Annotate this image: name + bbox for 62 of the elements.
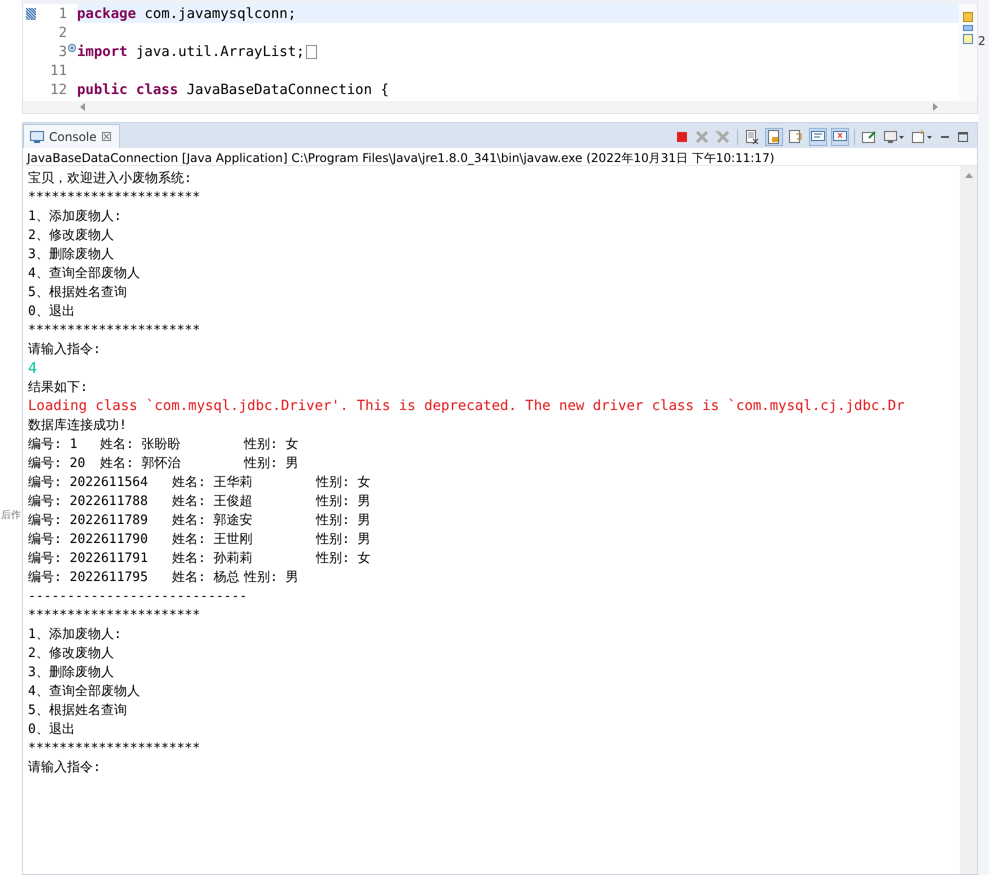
- console-output-line: 编号: 2022611788 姓名: 王俊超 性别: 男: [28, 493, 372, 511]
- window-text-fragment: 后作: [1, 508, 21, 522]
- console-output-line: **********************: [28, 607, 202, 625]
- display-console-icon[interactable]: [883, 129, 905, 145]
- console-output-line: 1、添加废物人:: [28, 208, 123, 226]
- console-output-line: 编号: 20 姓名: 郭怀治 性别: 男: [28, 455, 300, 473]
- console-output-line: 1、添加废物人:: [28, 626, 123, 644]
- open-console-icon[interactable]: [911, 129, 933, 145]
- console-output-line: 5、根据姓名查询: [28, 284, 128, 302]
- expand-fold-icon[interactable]: [68, 44, 76, 52]
- console-output-line: **********************: [28, 740, 202, 758]
- code-line: package com.javamysqlconn;: [77, 6, 296, 22]
- scroll-left-icon[interactable]: [79, 103, 87, 111]
- console-output-line: 请输入指令:: [28, 341, 102, 359]
- clear-console-icon[interactable]: [744, 129, 760, 145]
- line-number: 3: [58, 44, 67, 60]
- occurrence-marker-icon: [963, 25, 973, 31]
- console-output-line: 请输入指令:: [28, 759, 102, 777]
- console-output-line: 编号: 1 姓名: 张盼盼 性别: 女: [28, 436, 300, 454]
- console-error-line: Loading class `com.mysql.jdbc.Driver'. This is deprecated. The new driver class is `com.mysql.cj.jdbc.Dr: [28, 397, 906, 416]
- maximize-icon[interactable]: [957, 131, 969, 143]
- window-text-fragment: 2: [978, 34, 986, 48]
- show-on-error-icon[interactable]: [832, 129, 848, 145]
- console-output-line: 编号: 2022611791 姓名: 孙莉莉 性别: 女: [28, 550, 372, 568]
- code-line: import java.util.ArrayList;: [77, 44, 305, 60]
- folded-code-marker[interactable]: [306, 44, 317, 58]
- console-output-line: 3、删除废物人: [28, 246, 115, 264]
- code-line: public class JavaBaseDataConnection {: [77, 82, 389, 98]
- console-output-line: 编号: 2022611789 姓名: 郭途安 性别: 男: [28, 512, 372, 530]
- console-input-line: 4: [28, 359, 38, 378]
- console-output-line: ----------------------------: [28, 588, 248, 606]
- console-output-line: 2、修改废物人: [28, 645, 115, 663]
- line-number: 1: [58, 6, 67, 22]
- line-number: 2: [58, 24, 67, 40]
- pin-console-icon[interactable]: [861, 129, 877, 145]
- terminate-icon[interactable]: [675, 130, 689, 144]
- console-output-line: 3、删除废物人: [28, 664, 115, 682]
- console-output-line: 编号: 2022611564 姓名: 王华莉 性别: 女: [28, 474, 372, 492]
- console-output-line: **********************: [28, 322, 202, 340]
- warning-marker-icon: [963, 12, 973, 22]
- console-output-line: 5、根据姓名查询: [28, 702, 128, 720]
- console-output-line: 结果如下:: [28, 379, 89, 397]
- console-output-line: 0、退出: [28, 721, 76, 739]
- console-output-line: 编号: 2022611795 姓名: 杨总 性别: 男: [28, 569, 300, 587]
- console-output-line: 4、查询全部废物人: [28, 265, 141, 283]
- console-output-line: 数据库连接成功!: [28, 417, 128, 435]
- console-output-line: 2、修改废物人: [28, 227, 115, 245]
- scroll-right-icon[interactable]: [931, 103, 939, 111]
- console-output-line: 编号: 2022611790 姓名: 王世刚 性别: 男: [28, 531, 372, 549]
- show-on-output-icon[interactable]: [810, 129, 826, 145]
- console-tab[interactable]: Console: [23, 124, 120, 148]
- console-output-line: 4、查询全部废物人: [28, 683, 141, 701]
- task-marker-icon: [963, 34, 973, 44]
- word-wrap-icon[interactable]: [788, 129, 804, 145]
- console-output-line: 0、退出: [28, 303, 76, 321]
- scroll-lock-icon[interactable]: [766, 129, 782, 145]
- console-output-line: **********************: [28, 189, 202, 207]
- console-output-line: 宝贝，欢迎进入小废物系统:: [28, 170, 193, 188]
- console-icon: [30, 130, 44, 142]
- close-icon[interactable]: [102, 132, 111, 141]
- line-number: 12: [49, 82, 67, 98]
- line-number: 11: [49, 62, 67, 78]
